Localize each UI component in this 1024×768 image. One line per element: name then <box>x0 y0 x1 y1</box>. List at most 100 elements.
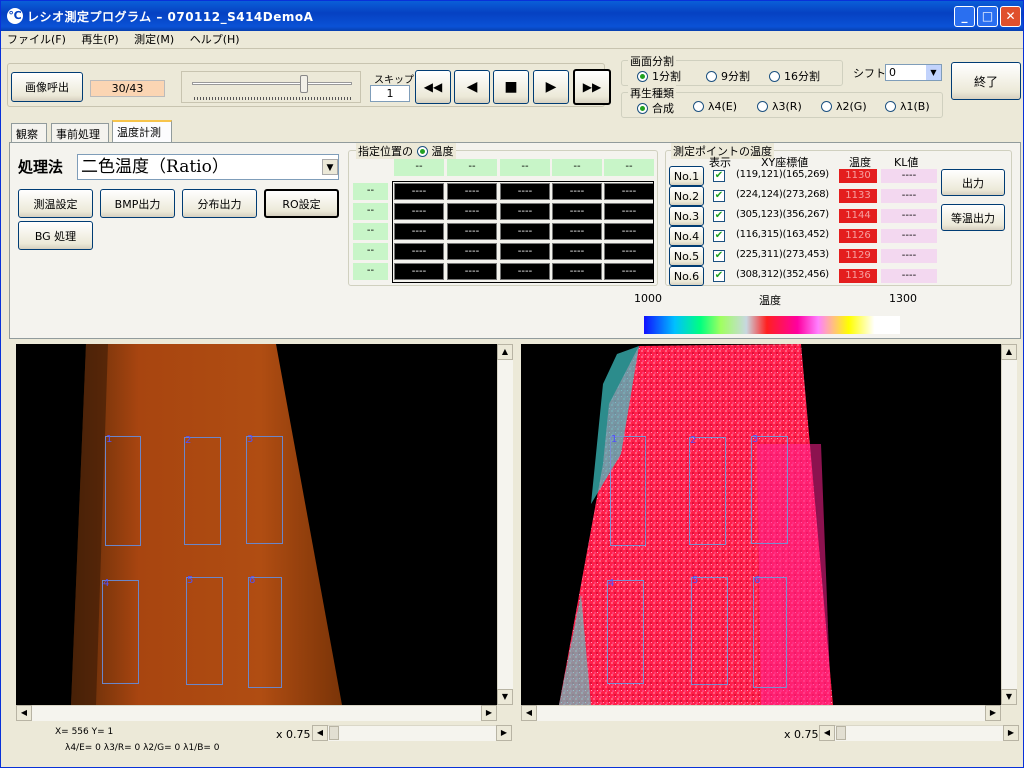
measure-box-4[interactable] <box>607 580 644 684</box>
minimize-button[interactable]: _ <box>954 6 975 27</box>
grid-cell: ---- <box>604 263 654 280</box>
measure-box-2[interactable] <box>689 437 726 545</box>
grid-cell: ---- <box>394 243 444 260</box>
frame-slider[interactable] <box>181 71 361 103</box>
scroll-left-icon[interactable]: ◀ <box>312 725 328 741</box>
mode-composite-option[interactable]: 合成 <box>637 100 674 116</box>
measure-box-3[interactable] <box>751 436 788 544</box>
fast-forward-button[interactable]: ▶▶ <box>573 69 611 105</box>
measure-box-5[interactable] <box>691 577 728 685</box>
tab-observe[interactable]: 観察 <box>11 123 47 142</box>
temperature-image-view[interactable]: 1 2 3 4 5 6 <box>521 344 1001 705</box>
measure-box-6[interactable] <box>248 577 282 688</box>
scroll-left-icon[interactable]: ◀ <box>819 725 835 741</box>
scroll-thumb[interactable] <box>836 726 846 740</box>
exit-button[interactable]: 終了 <box>951 62 1021 100</box>
menu-play[interactable]: 再生(P) <box>75 31 124 48</box>
point-1-checkbox[interactable]: ✔ <box>713 170 725 182</box>
measure-box-2[interactable] <box>184 437 221 545</box>
scroll-right-icon[interactable]: ▶ <box>985 705 1001 721</box>
left-zoom-scroll[interactable]: ◀ ▶ <box>312 725 512 741</box>
split-1-option[interactable]: 1分割 <box>637 68 681 84</box>
measure-box-label: 3 <box>752 434 759 445</box>
scroll-right-icon[interactable]: ▶ <box>496 725 512 741</box>
close-button[interactable]: ✕ <box>1000 6 1021 27</box>
channel-values: λ4/E= 0 λ3/R= 0 λ2/G= 0 λ1/B= 0 <box>65 743 220 753</box>
col-kl: KL値 <box>894 156 919 169</box>
mode-l3-option[interactable]: λ3(R) <box>757 100 802 113</box>
menu-help[interactable]: ヘルプ(H) <box>184 31 246 48</box>
point-2-checkbox[interactable]: ✔ <box>713 190 725 202</box>
scroll-thumb[interactable] <box>329 726 339 740</box>
measure-box-5[interactable] <box>186 577 223 685</box>
split-9-option[interactable]: 9分割 <box>706 68 750 84</box>
point-5-checkbox[interactable]: ✔ <box>713 250 725 262</box>
scroll-down-icon[interactable]: ▼ <box>1001 689 1017 705</box>
scroll-right-icon[interactable]: ▶ <box>481 705 497 721</box>
grid-cell: ---- <box>604 183 654 200</box>
scroll-up-icon[interactable]: ▲ <box>1001 344 1017 360</box>
point-6-checkbox[interactable]: ✔ <box>713 270 725 282</box>
menu-file[interactable]: ファイル(F) <box>1 31 72 48</box>
stop-button[interactable]: ■ <box>493 70 529 104</box>
scroll-left-icon[interactable]: ◀ <box>521 705 537 721</box>
grid-cell: ---- <box>552 223 602 240</box>
measure-box-3[interactable] <box>246 436 283 544</box>
point-6-button[interactable]: No.6 <box>669 266 704 286</box>
measure-settings-button[interactable]: 測温設定 <box>18 189 93 218</box>
bmp-output-button[interactable]: BMP出力 <box>100 189 175 218</box>
shift-select[interactable]: 0 ▼ <box>885 64 942 81</box>
point-3-button[interactable]: No.3 <box>669 206 704 226</box>
step-back-button[interactable]: ◀ <box>454 70 490 104</box>
measure-box-6[interactable] <box>753 577 787 688</box>
output-button[interactable]: 出力 <box>941 169 1005 196</box>
point-3-temp: 1144 <box>839 209 877 223</box>
scroll-up-icon[interactable]: ▲ <box>497 344 513 360</box>
right-hscroll[interactable]: ◀ ▶ <box>521 705 1001 721</box>
main-window: ℃ レシオ測定プログラム – 070112_S414DemoA _ □ ✕ ファ… <box>0 0 1024 768</box>
point-3-checkbox[interactable]: ✔ <box>713 210 725 222</box>
point-4-checkbox[interactable]: ✔ <box>713 230 725 242</box>
right-vscroll[interactable]: ▲ ▼ <box>1001 344 1017 705</box>
distribution-output-button[interactable]: 分布出力 <box>182 189 257 218</box>
point-5-button[interactable]: No.5 <box>669 246 704 266</box>
method-select[interactable]: 二色温度（Ratio） ▼ <box>77 154 339 180</box>
split-16-option[interactable]: 16分割 <box>769 68 820 84</box>
measure-box-label: 1 <box>611 434 618 445</box>
grid-cell: ---- <box>394 183 444 200</box>
menu-measure[interactable]: 測定(M) <box>128 31 180 48</box>
scroll-down-icon[interactable]: ▼ <box>497 689 513 705</box>
grid-row-header: -- <box>353 183 388 200</box>
rewind-button[interactable]: ◀◀ <box>415 70 451 104</box>
load-image-button[interactable]: 画像呼出 <box>11 72 83 102</box>
point-2-button[interactable]: No.2 <box>669 186 704 206</box>
tab-temperature[interactable]: 温度計測 <box>112 120 172 143</box>
point-1-button[interactable]: No.1 <box>669 166 704 186</box>
measure-box-4[interactable] <box>102 580 139 684</box>
measure-box-1[interactable] <box>610 436 646 546</box>
right-zoom-scroll[interactable]: ◀ ▶ <box>819 725 1019 741</box>
grid-cell: ---- <box>394 263 444 280</box>
measure-box-1[interactable] <box>105 436 141 546</box>
mode-l2-option[interactable]: λ2(G) <box>821 100 867 113</box>
scroll-left-icon[interactable]: ◀ <box>16 705 32 721</box>
scroll-right-icon[interactable]: ▶ <box>1003 725 1019 741</box>
point-4-button[interactable]: No.4 <box>669 226 704 246</box>
mode-l4-option[interactable]: λ4(E) <box>693 100 737 113</box>
skip-input[interactable]: 1 <box>370 85 410 102</box>
color-scale-bar <box>644 316 900 334</box>
isotherm-output-button[interactable]: 等温出力 <box>941 204 1005 231</box>
maximize-button[interactable]: □ <box>977 6 998 27</box>
point-3-kl: ---- <box>881 209 937 223</box>
ro-settings-button[interactable]: RO設定 <box>264 189 339 218</box>
raw-image-view[interactable]: 1 2 3 4 5 6 <box>16 344 497 705</box>
tab-preprocess[interactable]: 事前処理 <box>51 123 109 142</box>
step-forward-button[interactable]: ▶ <box>533 70 569 104</box>
bg-process-button[interactable]: BG 処理 <box>18 221 93 250</box>
point-2-xy: (224,124)(273,268) <box>736 189 829 200</box>
grid-cell: ---- <box>500 243 550 260</box>
left-hscroll[interactable]: ◀ ▶ <box>16 705 497 721</box>
left-vscroll[interactable]: ▲ ▼ <box>497 344 513 705</box>
slider-thumb[interactable] <box>300 75 308 93</box>
mode-l1-option[interactable]: λ1(B) <box>885 100 930 113</box>
